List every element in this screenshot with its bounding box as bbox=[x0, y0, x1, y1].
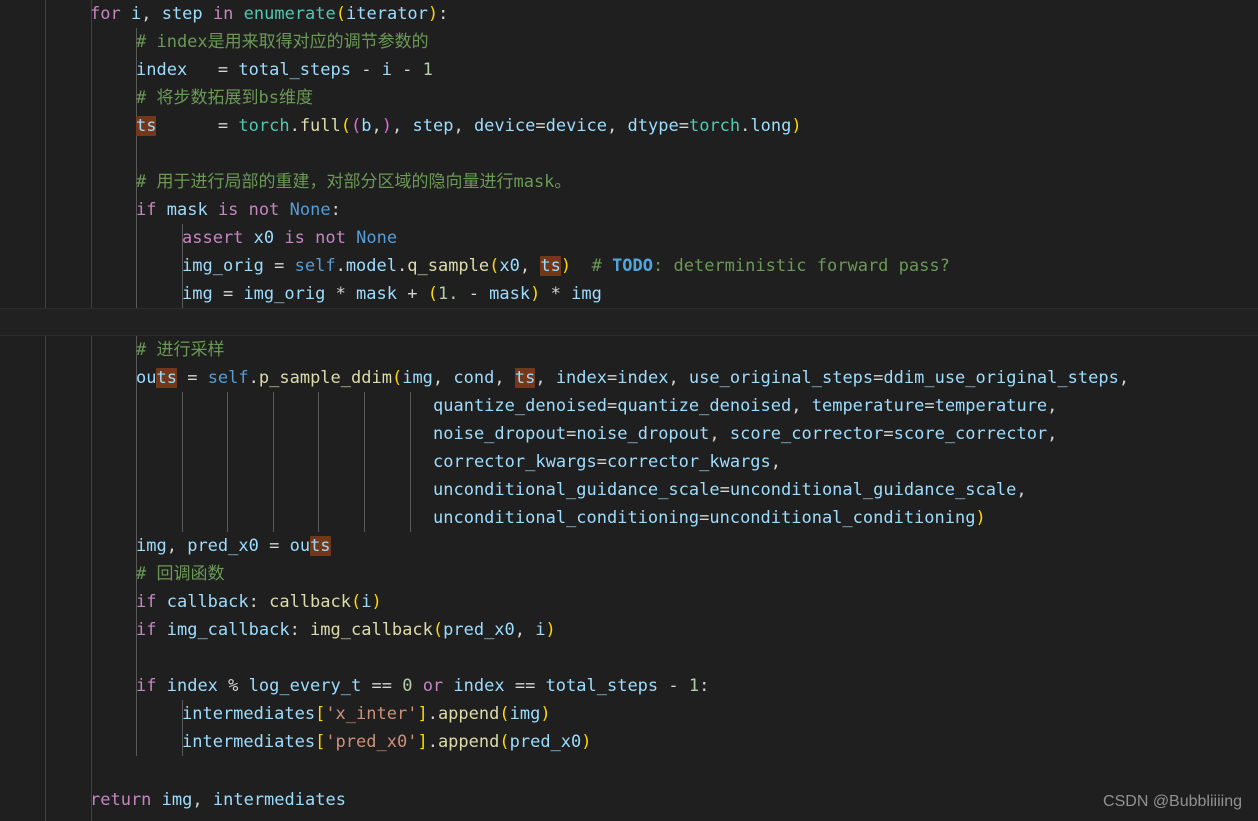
code-line[interactable]: if index % log_every_t == 0 or index == … bbox=[0, 672, 1258, 700]
code-line-text: if mask is not None: bbox=[136, 200, 341, 220]
code-line-text: img = img_orig * mask + (1. - mask) * im… bbox=[182, 284, 602, 304]
code-line[interactable]: assert x0 is not None bbox=[0, 224, 1258, 252]
code-line-text: intermediates['pred_x0'].append(pred_x0) bbox=[182, 732, 592, 752]
code-line[interactable]: # index是用来取得对应的调节参数的 bbox=[0, 28, 1258, 56]
code-line-text: intermediates['x_inter'].append(img) bbox=[182, 704, 551, 724]
code-line[interactable]: img_orig = self.model.q_sample(x0, ts) #… bbox=[0, 252, 1258, 280]
code-line[interactable]: intermediates['pred_x0'].append(pred_x0) bbox=[0, 728, 1258, 756]
code-line-text: img_orig = self.model.q_sample(x0, ts) #… bbox=[182, 256, 950, 276]
code-line[interactable]: corrector_kwargs=corrector_kwargs, bbox=[0, 448, 1258, 476]
code-line[interactable]: outs = self.p_sample_ddim(img, cond, ts,… bbox=[0, 364, 1258, 392]
code-line[interactable]: if img_callback: img_callback(pred_x0, i… bbox=[0, 616, 1258, 644]
code-line[interactable]: for i, step in enumerate(iterator): bbox=[0, 0, 1258, 28]
code-line[interactable] bbox=[0, 644, 1258, 672]
code-line[interactable]: # 将步数拓展到bs维度 bbox=[0, 84, 1258, 112]
code-line-text: unconditional_conditioning=unconditional… bbox=[433, 508, 986, 528]
code-line[interactable]: unconditional_conditioning=unconditional… bbox=[0, 504, 1258, 532]
code-line-text: return img, intermediates bbox=[90, 790, 346, 810]
code-line-text: for i, step in enumerate(iterator): bbox=[90, 4, 449, 24]
code-line[interactable] bbox=[0, 308, 1258, 336]
code-line-text: if callback: callback(i) bbox=[136, 592, 382, 612]
code-line-text: # 进行采样 bbox=[136, 340, 225, 360]
code-line[interactable]: img, pred_x0 = outs bbox=[0, 532, 1258, 560]
code-line[interactable] bbox=[0, 140, 1258, 168]
code-line-text: # 将步数拓展到bs维度 bbox=[136, 88, 313, 108]
code-line-text: ts = torch.full((b,), step, device=devic… bbox=[136, 116, 802, 136]
code-line-text: if index % log_every_t == 0 or index == … bbox=[136, 676, 710, 696]
code-line[interactable]: index = total_steps - i - 1 bbox=[0, 56, 1258, 84]
code-line-text: # 用于进行局部的重建，对部分区域的隐向量进行mask。 bbox=[136, 172, 572, 192]
code-line[interactable]: ts = torch.full((b,), step, device=devic… bbox=[0, 112, 1258, 140]
code-line[interactable]: # 回调函数 bbox=[0, 560, 1258, 588]
code-line-text: noise_dropout=noise_dropout, score_corre… bbox=[433, 424, 1058, 444]
code-line[interactable]: # 进行采样 bbox=[0, 336, 1258, 364]
code-line-text: assert x0 is not None bbox=[182, 228, 398, 248]
code-line[interactable]: intermediates['x_inter'].append(img) bbox=[0, 700, 1258, 728]
code-line-text: quantize_denoised=quantize_denoised, tem… bbox=[433, 396, 1058, 416]
code-editor[interactable]: for i, step in enumerate(iterator): # ind… bbox=[0, 0, 1258, 821]
code-line-text: if img_callback: img_callback(pred_x0, i… bbox=[136, 620, 556, 640]
code-line-text: # 回调函数 bbox=[136, 564, 225, 584]
code-line[interactable]: return img, intermediates bbox=[0, 786, 1258, 814]
code-line[interactable]: quantize_denoised=quantize_denoised, tem… bbox=[0, 392, 1258, 420]
code-line[interactable]: # 用于进行局部的重建，对部分区域的隐向量进行mask。 bbox=[0, 168, 1258, 196]
code-line-text: index = total_steps - i - 1 bbox=[136, 60, 433, 80]
code-line-text: unconditional_guidance_scale=uncondition… bbox=[433, 480, 1027, 500]
code-line[interactable]: if callback: callback(i) bbox=[0, 588, 1258, 616]
code-line-text: img, pred_x0 = outs bbox=[136, 536, 331, 556]
code-line-text: outs = self.p_sample_ddim(img, cond, ts,… bbox=[136, 368, 1130, 388]
code-line[interactable]: if mask is not None: bbox=[0, 196, 1258, 224]
code-line-text: corrector_kwargs=corrector_kwargs, bbox=[433, 452, 782, 472]
code-line-text: # index是用来取得对应的调节参数的 bbox=[136, 32, 429, 52]
code-line[interactable]: unconditional_guidance_scale=uncondition… bbox=[0, 476, 1258, 504]
code-line[interactable] bbox=[0, 756, 1258, 784]
code-line[interactable]: img = img_orig * mask + (1. - mask) * im… bbox=[0, 280, 1258, 308]
code-line[interactable]: noise_dropout=noise_dropout, score_corre… bbox=[0, 420, 1258, 448]
code-content[interactable]: for i, step in enumerate(iterator): # ind… bbox=[0, 0, 1258, 821]
